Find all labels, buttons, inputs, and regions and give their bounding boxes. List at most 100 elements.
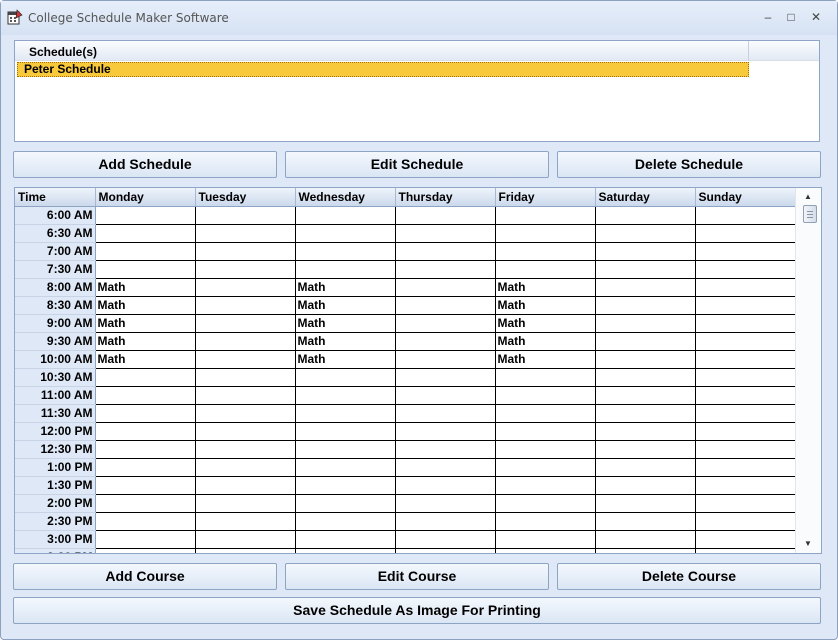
schedule-cell-monday[interactable] (95, 476, 196, 495)
schedule-cell-sunday[interactable] (695, 548, 796, 553)
schedule-cell-friday[interactable] (495, 440, 596, 459)
schedule-cell-tuesday[interactable] (195, 224, 296, 243)
schedule-cell-tuesday[interactable] (195, 350, 296, 369)
schedule-cell-saturday[interactable] (595, 278, 696, 297)
schedule-cell-tuesday[interactable] (195, 314, 296, 333)
schedule-cell-saturday[interactable] (595, 260, 696, 279)
schedule-cell-saturday[interactable] (595, 476, 696, 495)
schedule-cell-friday[interactable] (495, 422, 596, 441)
schedule-cell-friday[interactable] (495, 512, 596, 531)
schedule-cell-thursday[interactable] (395, 242, 496, 261)
schedule-cell-tuesday[interactable] (195, 512, 296, 531)
schedule-cell-monday[interactable]: Math (95, 350, 196, 369)
schedule-cell-tuesday[interactable] (195, 458, 296, 477)
schedule-cell-thursday[interactable] (395, 314, 496, 333)
column-header-monday[interactable]: Monday (95, 188, 196, 207)
schedule-cell-thursday[interactable] (395, 530, 496, 549)
schedule-cell-saturday[interactable] (595, 224, 696, 243)
schedule-cell-saturday[interactable] (595, 296, 696, 315)
schedule-cell-wednesday[interactable] (295, 368, 396, 387)
schedule-cell-monday[interactable] (95, 224, 196, 243)
minimize-button[interactable]: – (759, 9, 777, 25)
schedule-cell-monday[interactable] (95, 422, 196, 441)
schedule-cell-sunday[interactable] (695, 512, 796, 531)
schedule-cell-tuesday[interactable] (195, 530, 296, 549)
save-image-button[interactable]: Save Schedule As Image For Printing (13, 597, 821, 624)
schedule-cell-thursday[interactable] (395, 260, 496, 279)
schedule-cell-saturday[interactable] (595, 314, 696, 333)
schedule-cell-wednesday[interactable]: Math (295, 332, 396, 351)
schedule-cell-tuesday[interactable] (195, 296, 296, 315)
schedule-cell-friday[interactable] (495, 404, 596, 423)
schedule-cell-monday[interactable]: Math (95, 314, 196, 333)
schedule-cell-friday[interactable] (495, 242, 596, 261)
schedule-cell-monday[interactable] (95, 458, 196, 477)
schedule-cell-tuesday[interactable] (195, 260, 296, 279)
schedule-cell-wednesday[interactable] (295, 260, 396, 279)
schedule-cell-friday[interactable] (495, 476, 596, 495)
schedule-cell-sunday[interactable] (695, 458, 796, 477)
schedule-cell-friday[interactable]: Math (495, 332, 596, 351)
schedule-cell-saturday[interactable] (595, 422, 696, 441)
title-bar[interactable]: College Schedule Maker Software – □ ✕ (1, 1, 837, 35)
schedule-cell-sunday[interactable] (695, 440, 796, 459)
schedule-list[interactable]: Schedule(s) Peter Schedule (14, 40, 820, 142)
scroll-down-icon[interactable]: ▼ (804, 539, 812, 548)
schedule-cell-tuesday[interactable] (195, 476, 296, 495)
maximize-button[interactable]: □ (782, 9, 800, 25)
schedule-cell-tuesday[interactable] (195, 278, 296, 297)
schedule-cell-thursday[interactable] (395, 512, 496, 531)
schedule-cell-monday[interactable] (95, 404, 196, 423)
add-course-button[interactable]: Add Course (13, 563, 277, 590)
schedule-cell-tuesday[interactable] (195, 494, 296, 513)
schedule-cell-monday[interactable]: Math (95, 278, 196, 297)
schedule-cell-wednesday[interactable] (295, 440, 396, 459)
schedule-cell-friday[interactable]: Math (495, 314, 596, 333)
edit-course-button[interactable]: Edit Course (285, 563, 549, 590)
schedule-cell-saturday[interactable] (595, 206, 696, 225)
schedule-cell-thursday[interactable] (395, 224, 496, 243)
schedule-cell-tuesday[interactable] (195, 404, 296, 423)
schedule-cell-monday[interactable] (95, 260, 196, 279)
schedule-cell-friday[interactable]: Math (495, 278, 596, 297)
schedule-cell-thursday[interactable] (395, 332, 496, 351)
column-header-time[interactable]: Time (15, 188, 96, 207)
schedule-cell-thursday[interactable] (395, 494, 496, 513)
schedule-cell-thursday[interactable] (395, 368, 496, 387)
schedule-cell-monday[interactable] (95, 368, 196, 387)
schedule-list-header[interactable]: Schedule(s) (15, 41, 749, 61)
schedule-cell-monday[interactable] (95, 206, 196, 225)
schedule-cell-saturday[interactable] (595, 386, 696, 405)
schedule-cell-saturday[interactable] (595, 404, 696, 423)
schedule-cell-thursday[interactable] (395, 296, 496, 315)
schedule-cell-saturday[interactable] (595, 512, 696, 531)
scroll-up-icon[interactable]: ▲ (804, 192, 812, 201)
schedule-cell-monday[interactable] (95, 242, 196, 261)
schedule-cell-wednesday[interactable] (295, 404, 396, 423)
schedule-cell-tuesday[interactable] (195, 422, 296, 441)
schedule-cell-saturday[interactable] (595, 242, 696, 261)
schedule-cell-tuesday[interactable] (195, 440, 296, 459)
schedule-cell-friday[interactable] (495, 260, 596, 279)
schedule-cell-saturday[interactable] (595, 548, 696, 553)
schedule-cell-wednesday[interactable] (295, 494, 396, 513)
schedule-cell-saturday[interactable] (595, 440, 696, 459)
schedule-cell-wednesday[interactable]: Math (295, 278, 396, 297)
schedule-cell-wednesday[interactable] (295, 512, 396, 531)
delete-schedule-button[interactable]: Delete Schedule (557, 151, 821, 178)
schedule-cell-monday[interactable]: Math (95, 332, 196, 351)
schedule-cell-monday[interactable] (95, 530, 196, 549)
schedule-cell-monday[interactable] (95, 548, 196, 553)
schedule-cell-friday[interactable] (495, 206, 596, 225)
schedule-cell-sunday[interactable] (695, 206, 796, 225)
delete-course-button[interactable]: Delete Course (557, 563, 821, 590)
schedule-cell-tuesday[interactable] (195, 548, 296, 553)
schedule-cell-friday[interactable] (495, 494, 596, 513)
schedule-cell-thursday[interactable] (395, 404, 496, 423)
schedule-cell-monday[interactable] (95, 494, 196, 513)
schedule-cell-friday[interactable] (495, 458, 596, 477)
schedule-cell-tuesday[interactable] (195, 242, 296, 261)
schedule-cell-thursday[interactable] (395, 278, 496, 297)
schedule-cell-wednesday[interactable] (295, 476, 396, 495)
schedule-cell-tuesday[interactable] (195, 386, 296, 405)
